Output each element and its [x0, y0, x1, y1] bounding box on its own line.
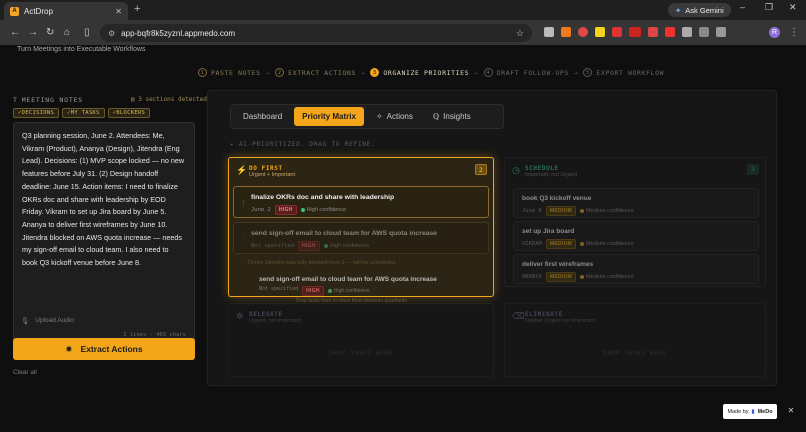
tab-actions[interactable]: ✧ Actions	[368, 107, 421, 126]
step-arrow-icon: →	[474, 68, 479, 77]
sections-detected-label: ▤ 3 sections detected	[131, 96, 207, 103]
meeting-notes-header: T MEETING NOTES	[13, 96, 83, 104]
app-favicon-icon: A	[10, 6, 19, 16]
home-icon[interactable]: ⌂	[64, 27, 70, 38]
chip-blockers[interactable]: ✓ BLOCKERS	[107, 108, 151, 118]
step-arrow-icon: →	[573, 68, 579, 77]
step-draft-follow-ups[interactable]: 4 DRAFT FOLLOW-UPS	[483, 68, 569, 77]
reading-list-icon[interactable]	[699, 27, 709, 37]
minimize-icon[interactable]: –	[740, 2, 745, 12]
confidence-dot-icon	[579, 209, 584, 213]
extension-red-icon[interactable]	[612, 27, 622, 37]
hint-icon: ✦	[230, 141, 239, 148]
extension-yellow-icon[interactable]	[595, 27, 605, 37]
task-card[interactable]: ⋮ finalize OKRs doc and share with leade…	[233, 186, 489, 218]
notes-text: Q3 planning session, June 2. Attendees: …	[22, 131, 185, 268]
matrix-tip: Thinks Jitendra was fully blocked from 2…	[247, 260, 397, 266]
medo-logo-icon: ▮	[751, 408, 755, 415]
extension-mail-icon[interactable]	[544, 27, 554, 37]
profile-avatar[interactable]: R	[769, 27, 780, 38]
workflow-steps: 1 PASTE NOTES → 2 EXTRACT ACTIONS → 3 ORGAN…	[198, 68, 664, 77]
confidence-dot-icon	[579, 275, 584, 279]
meeting-notes-textarea[interactable]: Q3 planning session, June 2. Attendees: …	[13, 122, 195, 347]
quadrant-delegate[interactable]: ✲ DELEGATE Urgent, not Important DROP TA…	[228, 303, 494, 377]
back-icon[interactable]: ←	[10, 27, 20, 38]
step-organize-priorities[interactable]: 3 ORGANIZE PRIORITIES	[370, 68, 469, 77]
browser-tab[interactable]: A ActDrop ✕	[4, 2, 128, 20]
task-card[interactable]: set up Jira board VIKRAM MEDIUM Medium con…	[513, 221, 759, 251]
browser-menu-icon[interactable]: ⋮	[789, 27, 799, 38]
tab-dashboard[interactable]: Dashboard	[235, 107, 290, 126]
extension-icons	[544, 27, 726, 37]
app-root: Turn Meetings into Executable Workflows …	[0, 45, 806, 432]
task-card[interactable]: ⋮ send sign-off email to cloud team for …	[233, 222, 489, 254]
site-info-icon[interactable]: ⚙	[108, 29, 115, 38]
media-icon[interactable]	[716, 27, 726, 37]
step-arrow-icon: →	[360, 68, 366, 77]
actions-icon: ✧	[375, 112, 383, 121]
section-chips: ✓ DECISIONS ✓ MY TASKS ✓ BLOCKERS	[13, 108, 151, 118]
quadrant-do-first[interactable]: ⚡ DO FIRST Urgent + Important 2 ⋮ finali…	[228, 157, 494, 297]
address-bar[interactable]: ⚙ app-bqfr8k5zyznl.appmedo.com ☆	[100, 24, 532, 42]
close-tab-icon[interactable]: ✕	[115, 7, 122, 16]
extensions-puzzle-icon[interactable]	[682, 27, 692, 37]
maximize-icon[interactable]: ❐	[765, 2, 773, 13]
close-window-icon[interactable]: ✕	[789, 2, 797, 13]
tab-title: ActDrop	[24, 6, 53, 16]
confidence-dot-icon	[300, 208, 305, 212]
dragging-task-card[interactable]: send sign-off email to cloud team for AW…	[259, 276, 519, 298]
step-export-workflow[interactable]: 5 EXPORT WORKFLOW	[583, 68, 664, 77]
lightning-icon: ⚡	[236, 165, 248, 175]
clock-icon: ◷	[512, 165, 520, 175]
step-extract-actions[interactable]: 2 EXTRACT ACTIONS	[275, 68, 356, 77]
priority-panel: Dashboard Priority Matrix ✧ Actions ℚ Insi…	[207, 90, 777, 386]
ask-gemini-button[interactable]: ✦ Ask Gemini	[668, 3, 731, 17]
clear-all-link[interactable]: Clear all	[13, 369, 37, 376]
extension-abp-icon[interactable]	[629, 27, 641, 37]
ask-gemini-label: Ask Gemini	[685, 5, 724, 15]
extract-actions-button[interactable]: ✷ Extract Actions	[13, 338, 195, 360]
matrix-hint: ✦ AI-PRIORITIZED. DRAG TO REFINE.	[230, 141, 376, 148]
view-tabs: Dashboard Priority Matrix ✧ Actions ℚ Insi…	[230, 104, 504, 129]
extension-shield-icon[interactable]	[561, 27, 571, 37]
forward-icon[interactable]: →	[28, 27, 38, 38]
tab-insights[interactable]: ℚ Insights	[425, 107, 479, 126]
sparkle-icon: ✷	[65, 343, 73, 354]
delegate-icon: ✲	[236, 311, 244, 321]
step-paste-notes[interactable]: 1 PASTE NOTES	[198, 68, 261, 77]
made-by-badge[interactable]: Made by ▮ MeDo	[723, 404, 777, 419]
microphone-icon: 🎙	[21, 318, 30, 325]
extension-ext-icon[interactable]	[665, 27, 675, 37]
task-card[interactable]: book Q3 kickoff venue June 8 MEDIUM Medium…	[513, 188, 759, 218]
quadrant-eliminate[interactable]: ⌫ ELIMINATE Neither Urgent nor Important…	[504, 303, 766, 377]
drop-hint: Drop tasks here to move them between qua…	[296, 298, 407, 304]
new-tab-icon[interactable]: +	[134, 3, 140, 15]
bookmark-star-icon[interactable]: ☆	[516, 28, 524, 39]
url-text: app-bqfr8k5zyznl.appmedo.com	[121, 28, 236, 38]
extension-pin-icon[interactable]	[648, 27, 658, 37]
app-tagline: Turn Meetings into Executable Workflows	[17, 46, 146, 53]
confidence-dot-icon	[579, 242, 584, 246]
confidence-dot-icon	[323, 244, 328, 248]
close-badge-icon[interactable]: ✕	[784, 406, 798, 418]
insights-icon: ℚ	[432, 112, 440, 121]
drag-handle-icon[interactable]: ⋮	[240, 199, 247, 207]
chip-decisions[interactable]: ✓ DECISIONS	[13, 108, 60, 118]
browser-tabbar: A ActDrop ✕ + ✦ Ask Gemini – ❐ ✕	[0, 0, 806, 20]
extension-record-icon[interactable]	[578, 27, 588, 37]
step-arrow-icon: →	[265, 68, 271, 77]
drag-handle-icon[interactable]: ⋮	[240, 235, 247, 243]
reload-icon[interactable]: ↻	[46, 27, 54, 38]
confidence-dot-icon	[327, 289, 332, 293]
tab-priority-matrix[interactable]: Priority Matrix	[294, 107, 364, 126]
trash-icon: ⌫	[512, 311, 525, 321]
quadrant-schedule[interactable]: ◷ SCHEDULE Important, not Urgent 3 book …	[504, 157, 766, 287]
chip-my-tasks[interactable]: ✓ MY TASKS	[62, 108, 105, 118]
upload-audio-button[interactable]: 🎙 Upload Audio	[21, 317, 74, 325]
task-card[interactable]: deliver first wireframes ANANYA MEDIUM Med…	[513, 254, 759, 284]
sidebar-icon[interactable]: ▯	[84, 27, 90, 38]
notes-icon: T	[13, 96, 18, 104]
gemini-icon: ✦	[675, 5, 682, 15]
